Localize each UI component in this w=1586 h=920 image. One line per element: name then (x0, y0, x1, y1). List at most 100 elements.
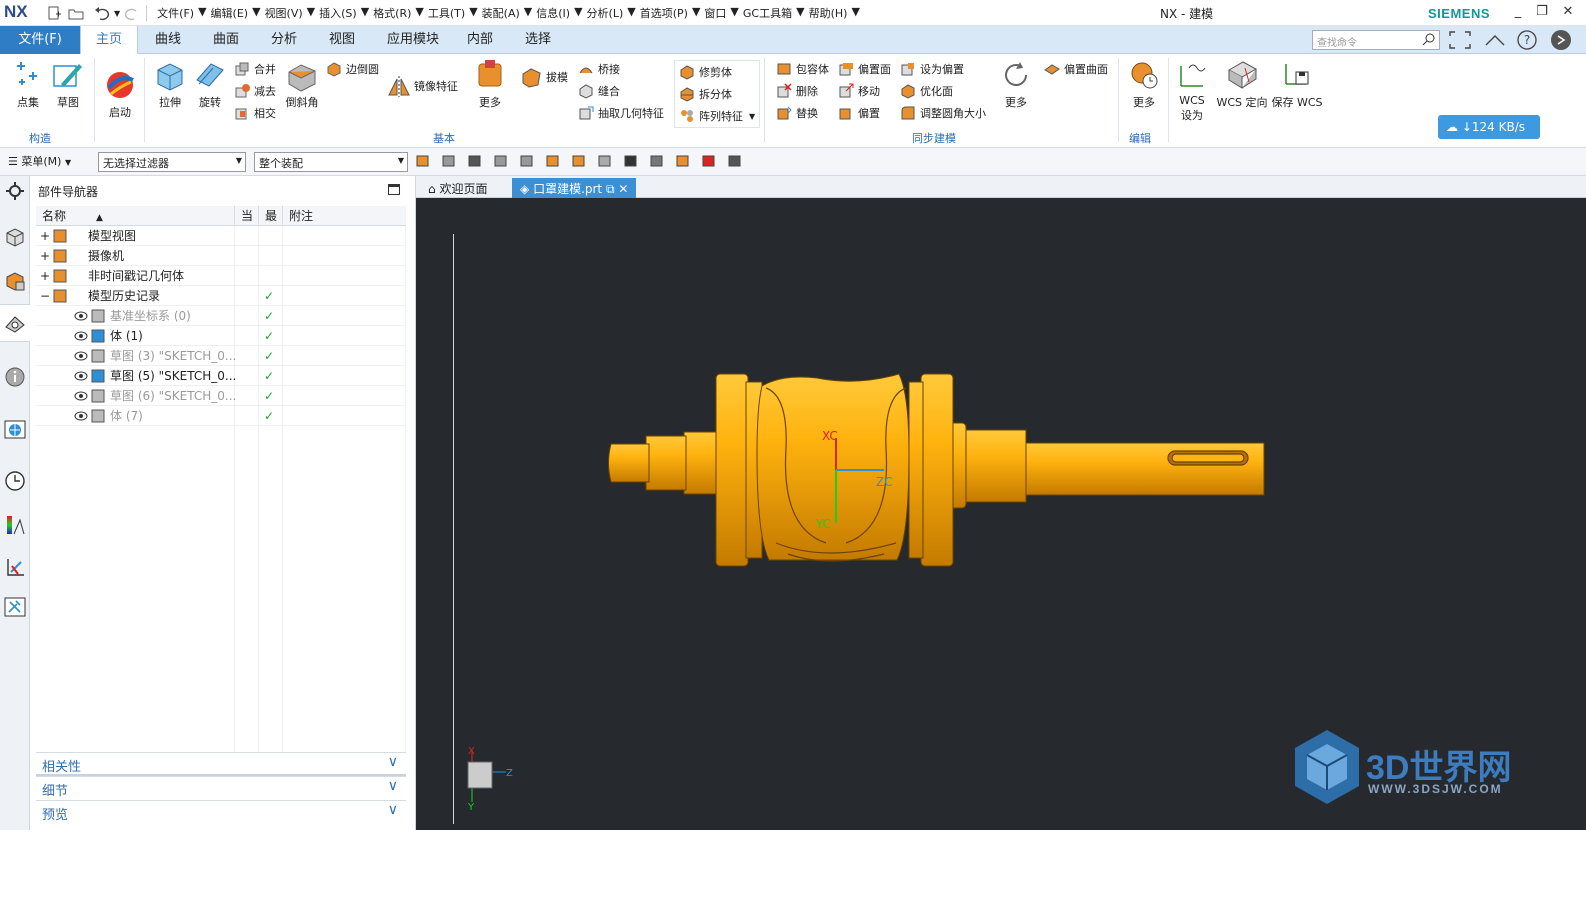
constraint-navigator-icon[interactable] (4, 270, 26, 292)
fullscreen-icon[interactable] (1448, 30, 1472, 53)
tab-4[interactable]: 分析 (256, 26, 312, 54)
launch-button[interactable]: 启动 (100, 68, 140, 120)
tree-row[interactable]: 体 (7) ✓ (36, 406, 406, 426)
web-browser-icon[interactable] (4, 418, 26, 440)
offset-region-button[interactable]: 偏置 (838, 102, 891, 124)
mirror-feature-button[interactable]: 镜像特征 (388, 66, 458, 106)
column-header-latest[interactable]: 最 (258, 206, 282, 226)
roles-icon[interactable] (4, 596, 26, 618)
sidebar-toggle-icon[interactable] (1550, 29, 1572, 54)
view-cube-icon[interactable] (596, 153, 614, 169)
tab-5[interactable]: 视图 (314, 26, 370, 54)
expand-toggle-icon[interactable]: − (40, 286, 50, 306)
sew-button[interactable]: 缝合 (578, 80, 664, 102)
revolve-button[interactable]: 旋转 (190, 58, 230, 110)
tree-row[interactable]: 草图 (6) "SKETCH_0... ✓ (36, 386, 406, 406)
expand-toggle-icon[interactable]: + (40, 266, 50, 286)
sketch-button[interactable]: 草图 (48, 58, 88, 110)
tab-3[interactable]: 曲面 (198, 26, 254, 54)
part-navigator-tab[interactable] (0, 304, 30, 342)
selection-scope-dropdown[interactable]: 整个装配 ▼ (254, 152, 408, 172)
split-body-button[interactable]: 拆分体 (679, 83, 755, 105)
reuse-library-icon[interactable] (4, 556, 26, 578)
column-header-current[interactable]: 当 (234, 206, 258, 226)
show-hide-icon[interactable] (466, 153, 484, 169)
assembly-navigator-icon[interactable] (4, 226, 26, 248)
bridge-button[interactable]: 桥接 (578, 58, 664, 80)
menu-item[interactable]: 插入(S) (315, 5, 361, 21)
column-header-name[interactable]: 名称 ▲ (36, 206, 234, 226)
point-set-button[interactable]: 点集 (8, 58, 48, 110)
chevron-down-icon[interactable]: ▼ (114, 9, 120, 18)
tab-part-file[interactable]: ◈ 口罩建模.prt ⧉ ✕ (512, 178, 637, 198)
help-icon[interactable]: ? (1516, 29, 1538, 54)
menu-item[interactable]: 信息(I) (532, 5, 574, 21)
trim-body-button[interactable]: 修剪体 (679, 61, 755, 83)
menu-item[interactable]: 窗口 (700, 5, 730, 21)
select-feature-icon[interactable] (414, 153, 432, 169)
tree-row[interactable]: − 模型历史记录 ✓ (36, 286, 406, 306)
wcs-set-button[interactable]: WCS 设为 (1172, 58, 1212, 123)
column-header-notes[interactable]: 附注 (282, 206, 406, 226)
draft-button[interactable]: 拔模 (520, 66, 568, 88)
extrude-button[interactable]: 拉伸 (150, 58, 190, 110)
selection-filter-dropdown[interactable]: 无选择过滤器 ▼ (98, 152, 246, 172)
menu-item[interactable]: 首选项(P) (636, 5, 692, 21)
wcs-orient-button[interactable]: WCS 定向 (1216, 58, 1268, 110)
chamfer-button[interactable]: 倒斜角 (282, 58, 322, 110)
move-face-button[interactable]: 移动 (838, 80, 891, 102)
edge-blend-button[interactable]: 边倒圆 (326, 58, 379, 80)
optimize-face-button[interactable]: 优化面 (900, 80, 986, 102)
subtract-button[interactable]: 减去 (234, 80, 276, 102)
tree-row[interactable]: 草图 (5) "SKETCH_0... ✓ (36, 366, 406, 386)
measure-icon[interactable] (726, 153, 744, 169)
more-base-button[interactable]: 更多 (470, 58, 510, 110)
tab-6[interactable]: 应用模块 (372, 26, 454, 54)
history-icon[interactable] (4, 470, 26, 492)
menu-item[interactable]: 帮助(H) (805, 5, 852, 21)
open-folder-icon[interactable] (68, 5, 84, 21)
menu-item[interactable]: 格式(R) (369, 5, 415, 21)
tab-welcome[interactable]: ⌂ 欢迎页面 (420, 178, 495, 198)
menu-item[interactable]: 分析(L) (583, 5, 628, 21)
settings-icon[interactable] (4, 180, 26, 202)
more-edit-button[interactable]: 更多 (1124, 58, 1164, 110)
replace-face-button[interactable]: 替换 (776, 102, 829, 124)
maximize-panel-icon[interactable] (388, 184, 400, 195)
menu-item[interactable]: 工具(T) (424, 5, 469, 21)
menu-button[interactable]: ☰ 菜单(M) ▼ (8, 153, 71, 169)
select-face-icon[interactable] (570, 153, 588, 169)
tree-row[interactable]: 基准坐标系 (0) ✓ (36, 306, 406, 326)
details-panel[interactable]: 细节 ∨ (36, 776, 406, 799)
network-speed-widget[interactable]: ☁ ↓124 KB/s (1438, 115, 1540, 139)
minimize-button[interactable]: _ (1508, 4, 1528, 22)
chevron-up-icon[interactable] (1484, 30, 1506, 53)
menu-item[interactable]: 视图(V) (261, 5, 307, 21)
tree-row[interactable]: 草图 (3) "SKETCH_0... ✓ (36, 346, 406, 366)
delete-face-button[interactable]: 删除 (776, 80, 829, 102)
chevron-down-icon[interactable]: ▼ (749, 112, 755, 121)
pattern-feature-button[interactable]: 阵列特征 ▼ (679, 105, 755, 127)
menu-item[interactable]: 编辑(E) (207, 5, 253, 21)
offset-surface-button[interactable]: 偏置曲面 (1044, 58, 1108, 80)
shaded-view-icon[interactable] (622, 153, 640, 169)
snap-point-icon[interactable] (518, 153, 536, 169)
tab-0[interactable]: 文件(F) (0, 26, 80, 54)
new-file-icon[interactable] (46, 5, 62, 21)
set-as-offset-button[interactable]: 设为偏置 (900, 58, 986, 80)
tab-7[interactable]: 内部 (452, 26, 508, 54)
tab-2[interactable]: 曲线 (140, 26, 196, 54)
offset-face-button[interactable]: 偏置面 (838, 58, 891, 80)
undock-icon[interactable]: ⧉ (606, 182, 615, 196)
filter-icon[interactable] (440, 153, 458, 169)
tab-8[interactable]: 选择 (510, 26, 566, 54)
menu-item[interactable]: 装配(A) (478, 5, 524, 21)
wrap-body-button[interactable]: 包容体 (776, 58, 829, 80)
tree-row[interactable]: 体 (1) ✓ (36, 326, 406, 346)
close-tab-icon[interactable]: ✕ (618, 182, 628, 196)
preview-panel[interactable]: 预览 ∨ (36, 800, 406, 823)
redo-icon[interactable] (124, 5, 140, 21)
expand-toggle-icon[interactable]: + (40, 226, 50, 246)
wcs-save-button[interactable]: 保存 WCS (1270, 58, 1324, 110)
render-style-icon[interactable] (648, 153, 666, 169)
